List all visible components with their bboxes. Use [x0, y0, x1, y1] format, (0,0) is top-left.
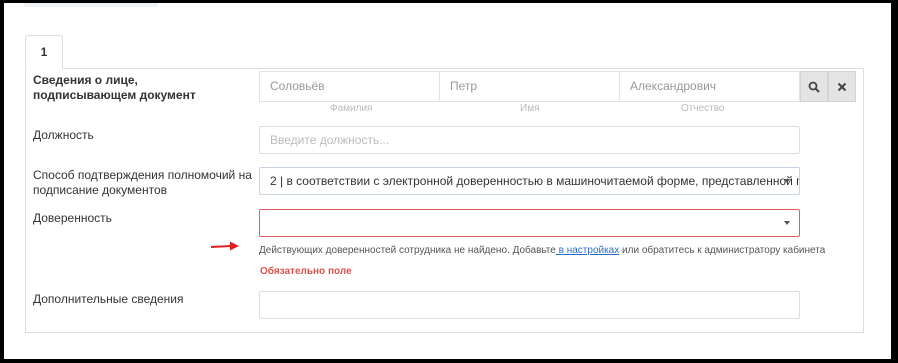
form-window: 1 Сведения о лице, подписывающем докумен…	[4, 3, 891, 359]
authority-label: Способ подтверждения полномочий на подпи…	[33, 168, 252, 197]
clear-button[interactable]	[828, 71, 856, 102]
search-button[interactable]	[800, 71, 828, 102]
first-name-field[interactable]: Петр	[439, 71, 620, 102]
middle-name-hint: Отчество	[681, 103, 725, 114]
poa-help-before: Действующих доверенностей сотрудника не …	[259, 245, 556, 256]
last-name-hint: Фамилия	[330, 103, 373, 114]
extra-input[interactable]	[259, 291, 800, 319]
settings-link[interactable]: в настройках	[556, 245, 620, 256]
middle-name-field[interactable]: Александрович	[619, 71, 800, 102]
last-name-field[interactable]: Соловьёв	[259, 71, 440, 102]
top-strip	[24, 3, 158, 7]
first-name-hint: Имя	[520, 103, 540, 114]
authority-select-value: 2 | в соответствии с электронной доверен…	[270, 174, 800, 188]
chevron-down-icon	[784, 221, 790, 225]
poa-help-after: или обратитесь к администратору кабинета	[619, 245, 826, 256]
close-icon	[837, 82, 847, 91]
arrow-right-icon	[210, 241, 239, 251]
position-label: Должность	[33, 128, 94, 142]
poa-required-error: Обязательно поле	[260, 266, 352, 277]
poa-select[interactable]	[259, 209, 800, 237]
authority-select[interactable]: 2 | в соответствии с электронной доверен…	[259, 167, 800, 195]
search-icon	[808, 81, 820, 93]
signer-label: Сведения о лице, подписывающем документ	[33, 73, 196, 102]
extra-label: Дополнительные сведения	[33, 292, 184, 306]
chevron-down-icon	[784, 179, 790, 183]
poa-help-text: Действующих доверенностей сотрудника не …	[259, 245, 825, 256]
position-input[interactable]: Введите должность...	[259, 126, 800, 154]
tab-1[interactable]: 1	[25, 35, 63, 69]
poa-label: Доверенность	[33, 211, 112, 225]
